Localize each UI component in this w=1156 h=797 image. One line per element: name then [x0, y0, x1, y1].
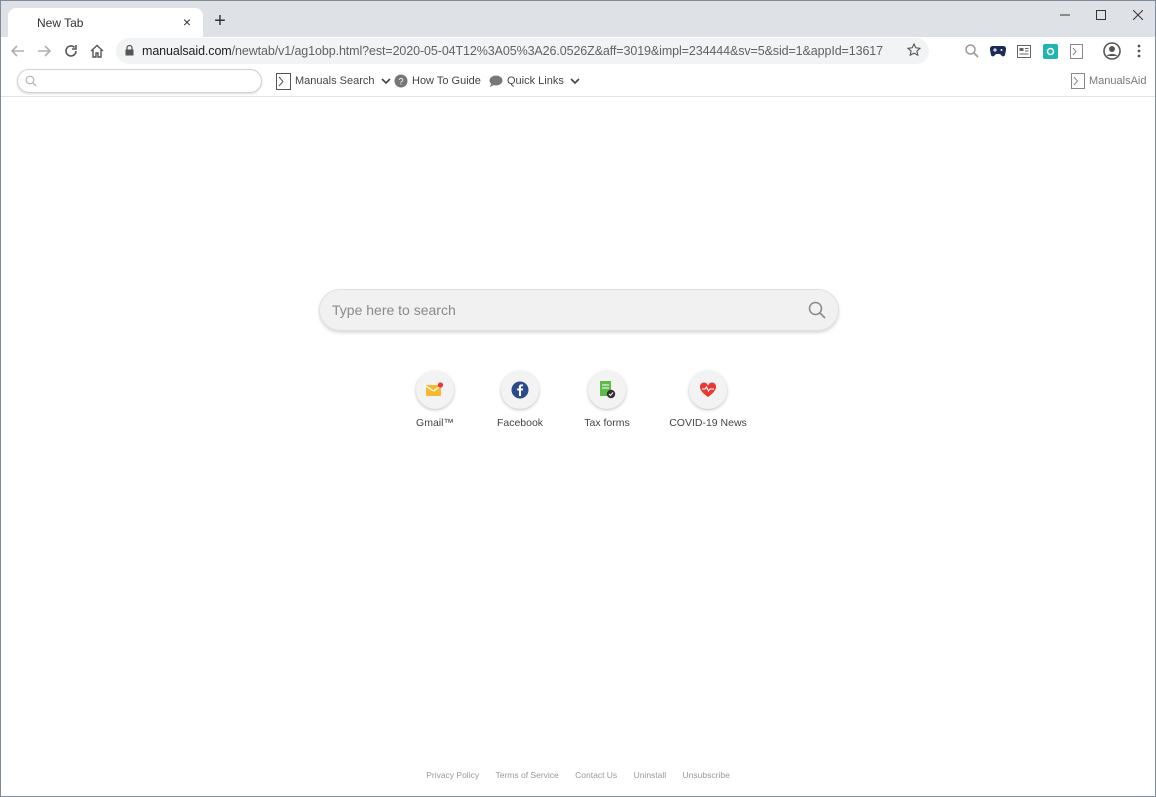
- brand-label: ManualsAid: [1089, 75, 1147, 87]
- unsubscribe-link[interactable]: Unsubscribe: [683, 770, 730, 780]
- chevron-down-icon: [380, 78, 391, 85]
- close-window-button[interactable]: [1119, 5, 1156, 25]
- maximize-button[interactable]: [1082, 5, 1120, 25]
- more-vertical-icon: [1137, 44, 1141, 58]
- search-icon[interactable]: [808, 301, 826, 319]
- main-search-box: [319, 289, 839, 331]
- maximize-icon: [1096, 10, 1106, 20]
- tile-circle: [416, 371, 454, 409]
- reload-button[interactable]: [60, 40, 82, 62]
- reload-icon: [65, 45, 77, 57]
- lock-icon: [125, 45, 134, 56]
- url-path: /newtab/v1/ag1obp.html?est=2020-05-04T12…: [231, 44, 884, 58]
- home-icon: [90, 44, 104, 58]
- forward-button[interactable]: [33, 40, 55, 62]
- arrow-right-icon: [38, 45, 51, 57]
- tab-new-tab[interactable]: New Tab ×: [8, 8, 203, 37]
- home-button[interactable]: [86, 40, 108, 62]
- mail-icon: [426, 382, 444, 396]
- url-text: manualsaid.com/newtab/v1/ag1obp.html?est…: [142, 44, 883, 58]
- quick-links-menu[interactable]: Quick Links: [489, 72, 584, 90]
- zoom-extension-button[interactable]: [963, 42, 981, 60]
- minimize-icon: [1060, 14, 1070, 16]
- url-domain: manualsaid.com: [142, 44, 232, 58]
- address-bar[interactable]: manualsaid.com/newtab/v1/ag1obp.html?est…: [116, 38, 929, 64]
- tab-strip: New Tab × +: [1, 1, 1155, 37]
- tile-covid-news[interactable]: COVID-19 News: [653, 369, 763, 439]
- tax-form-icon: [600, 381, 616, 399]
- profile-button[interactable]: [1103, 42, 1121, 60]
- tile-circle: [501, 371, 539, 409]
- manuals-search-label: Manuals Search: [295, 75, 375, 87]
- manualsaid-brand[interactable]: ManualsAid: [1071, 72, 1146, 90]
- browser-toolbar: manualsaid.com/newtab/v1/ag1obp.html?est…: [1, 37, 1155, 65]
- star-icon[interactable]: [907, 43, 921, 57]
- tile-tax-forms[interactable]: Tax forms: [552, 369, 662, 439]
- manualsaid-extension-button[interactable]: [1067, 42, 1085, 60]
- browser-window: New Tab × + manualsaid.com/newtab/v1/ag1…: [0, 0, 1156, 797]
- privacy-policy-link[interactable]: Privacy Policy: [426, 770, 479, 780]
- question-bubble-icon: ?: [394, 74, 408, 88]
- facebook-icon: [511, 381, 529, 399]
- manual-book-icon: [1069, 43, 1083, 59]
- uninstall-link[interactable]: Uninstall: [634, 770, 667, 780]
- terms-of-service-link[interactable]: Terms of Service: [495, 770, 558, 780]
- news-extension-button[interactable]: [1015, 42, 1033, 60]
- gamepad-extension-button[interactable]: [989, 42, 1007, 60]
- manual-book-icon: [276, 72, 291, 90]
- chevron-down-icon: [570, 78, 580, 85]
- account-icon: [1103, 42, 1121, 60]
- chat-bubble-icon: [489, 75, 503, 87]
- new-tab-button[interactable]: +: [210, 11, 230, 32]
- camera-icon: [1042, 43, 1058, 59]
- tile-circle: [689, 371, 727, 409]
- back-button[interactable]: [7, 40, 29, 62]
- arrow-left-icon: [11, 45, 24, 57]
- close-icon: [1133, 10, 1143, 20]
- mini-search-input[interactable]: [17, 69, 262, 93]
- minimize-button[interactable]: [1046, 5, 1084, 25]
- contact-us-link[interactable]: Contact Us: [575, 770, 617, 780]
- tab-close-icon[interactable]: ×: [179, 14, 195, 30]
- main-search-input[interactable]: [332, 299, 792, 321]
- manualsaid-logo-icon: [1071, 73, 1085, 89]
- how-to-guide-label: How To Guide: [412, 75, 481, 87]
- heart-pulse-icon: [699, 382, 717, 397]
- tile-label: COVID-19 News: [669, 417, 747, 429]
- tile-circle: [588, 371, 626, 409]
- how-to-guide-link[interactable]: ? How To Guide: [394, 72, 481, 90]
- quick-links-label: Quick Links: [507, 75, 564, 87]
- svg-text:?: ?: [398, 77, 403, 87]
- newspaper-icon: [1017, 44, 1031, 58]
- footer: Privacy Policy Terms of Service Contact …: [1, 770, 1155, 780]
- manuals-search-menu[interactable]: Manuals Search: [276, 72, 395, 90]
- gamepad-icon: [990, 45, 1006, 57]
- tab-title: New Tab: [37, 16, 84, 30]
- menu-button[interactable]: [1130, 42, 1148, 60]
- search-icon: [25, 75, 37, 87]
- extension-bar: Manuals Search ? How To Guide Quick Link…: [1, 65, 1155, 97]
- magnifier-icon: [965, 44, 979, 58]
- tile-label: Tax forms: [584, 417, 630, 429]
- teal-extension-button[interactable]: [1041, 42, 1059, 60]
